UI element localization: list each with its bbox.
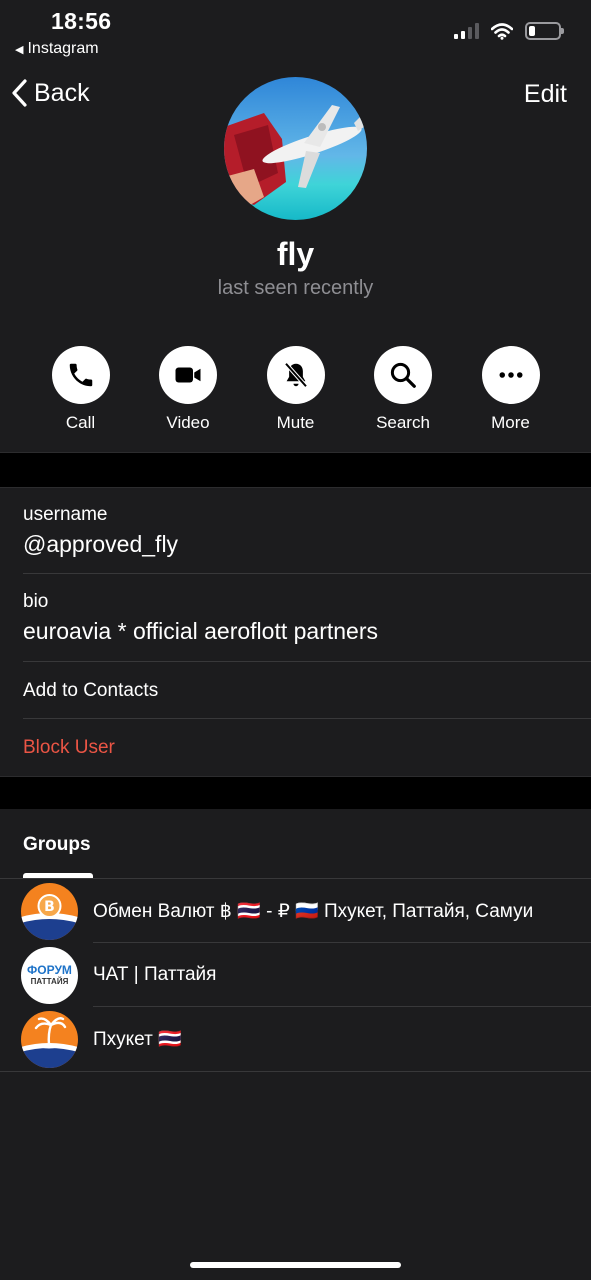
home-indicator[interactable] — [190, 1262, 401, 1268]
back-label: Back — [34, 78, 90, 107]
divider — [0, 1071, 591, 1072]
search-button[interactable]: Search — [350, 346, 457, 433]
video-camera-icon — [159, 346, 217, 404]
battery-icon — [525, 22, 564, 40]
search-label: Search — [376, 413, 430, 432]
more-button[interactable]: More — [457, 346, 564, 433]
bio-value: euroavia * official aeroflott partners — [23, 618, 378, 644]
video-button[interactable]: Video — [135, 346, 242, 433]
back-button[interactable]: Back — [10, 78, 90, 108]
username-value: @approved_fly — [23, 531, 179, 557]
cellular-signal-icon — [454, 23, 479, 39]
back-app-label: Instagram — [27, 40, 99, 57]
forum-logo-subtext: ПАТТАЙЯ — [30, 977, 69, 986]
triangle-left-icon: ◀ — [15, 43, 24, 56]
status-indicators — [454, 22, 564, 40]
mute-button[interactable]: Mute — [242, 346, 349, 433]
chevron-left-icon — [12, 79, 27, 107]
video-label: Video — [166, 413, 210, 432]
svg-text:B: B — [44, 899, 55, 915]
tab-groups[interactable]: Groups — [23, 834, 91, 856]
status-time: 18:56 — [51, 8, 112, 34]
add-to-contacts-button[interactable]: Add to Contacts — [23, 680, 158, 702]
block-user-button[interactable]: Block User — [23, 737, 115, 759]
group-list-item[interactable]: Пхукет 🇹🇭 — [0, 1007, 591, 1071]
forum-pattaya-logo: ФОРУМ ПАТТАЙЯ — [21, 946, 78, 1004]
divider — [23, 573, 591, 574]
airplane-photo — [224, 77, 367, 220]
edit-button[interactable]: Edit — [524, 80, 567, 109]
group-name: Обмен Валют ฿ 🇹🇭 - ₽ 🇷🇺 Пхукет, Паттайя,… — [93, 901, 534, 922]
back-to-app-link[interactable]: ◀ Instagram — [15, 40, 99, 58]
mute-label: Mute — [276, 413, 315, 432]
profile-avatar[interactable] — [224, 77, 367, 220]
search-icon — [374, 346, 432, 404]
bell-slash-icon — [266, 346, 325, 404]
more-dots-icon — [481, 346, 540, 404]
profile-name: fly — [276, 236, 315, 272]
last-seen-status: last seen recently — [217, 277, 374, 299]
group-name: ЧАТ | Паттайя — [93, 964, 217, 985]
phone-icon — [51, 346, 110, 404]
bio-row[interactable]: bio euroavia * official aeroflott partne… — [0, 591, 591, 645]
section-separator — [0, 452, 591, 488]
more-label: More — [491, 413, 530, 432]
action-bar: Call Video Mute Search More — [27, 346, 564, 433]
section-separator — [0, 776, 591, 809]
forum-logo-text: ФОРУМ — [27, 963, 72, 977]
call-label: Call — [65, 413, 96, 432]
group-list-item[interactable]: ФОРУМ ПАТТАЙЯ ЧАТ | Паттайя — [0, 943, 591, 1007]
wifi-icon — [491, 22, 513, 40]
call-button[interactable]: Call — [27, 346, 134, 433]
bio-label: bio — [23, 591, 49, 612]
username-row[interactable]: username @approved_fly — [0, 504, 591, 558]
group-list-item[interactable]: B Обмен Валют ฿ 🇹🇭 - ₽ 🇷🇺 Пхукет, Паттай… — [0, 879, 591, 943]
palm-island-logo — [21, 1010, 78, 1068]
divider — [23, 661, 591, 662]
group-name: Пхукет 🇹🇭 — [93, 1029, 182, 1050]
username-label: username — [23, 504, 108, 525]
baht-exchange-logo: B — [21, 882, 78, 940]
divider — [23, 718, 591, 719]
